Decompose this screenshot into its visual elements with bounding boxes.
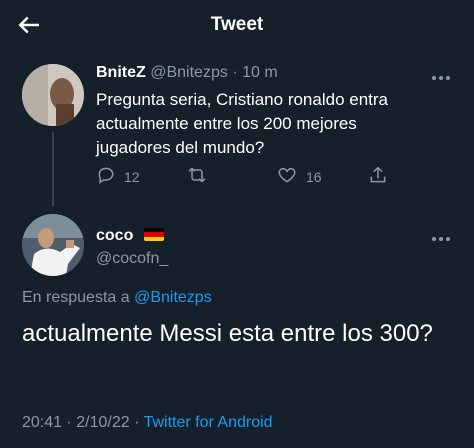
germany-flag-icon — [143, 228, 164, 241]
retweet-icon — [186, 165, 208, 190]
like-button[interactable]: 16 — [276, 165, 322, 189]
parent-tweet-time[interactable]: 10 m — [242, 64, 278, 81]
replying-to-handle-link[interactable]: @Bnitezps — [134, 289, 212, 306]
reply-author-avatar[interactable] — [22, 214, 84, 276]
date-source-separator: · — [134, 414, 140, 431]
parent-more-options-icon[interactable] — [430, 70, 452, 80]
thread-connector-line — [52, 132, 54, 206]
retweet-button[interactable] — [186, 165, 208, 189]
share-icon — [368, 165, 388, 190]
parent-author-handle[interactable]: @Bnitezps — [150, 64, 228, 81]
tweet-date[interactable]: 2/10/22 — [76, 414, 129, 431]
parent-author-avatar[interactable] — [22, 64, 84, 126]
reply-button[interactable]: 12 — [96, 165, 140, 189]
tweet-metadata: 20:41 · 2/10/22 · Twitter for Android — [22, 414, 273, 432]
reply-count: 12 — [124, 169, 140, 185]
reply-author-name-row: coco — [96, 227, 164, 245]
reply-author-name[interactable]: coco — [96, 227, 133, 244]
reply-author-handle[interactable]: @cocofn_ — [96, 250, 168, 268]
replying-to-label: En respuesta a — [22, 289, 130, 306]
like-count: 16 — [306, 169, 322, 185]
heart-icon — [276, 165, 298, 190]
reply-icon — [96, 165, 116, 190]
parent-time-separator: · — [232, 64, 238, 81]
top-bar: Tweet — [0, 0, 474, 50]
replying-to-line: En respuesta a @Bnitezps — [22, 289, 212, 307]
page-title: Tweet — [210, 14, 264, 35]
reply-more-options-icon[interactable] — [430, 231, 452, 241]
tweet-source-link[interactable]: Twitter for Android — [144, 414, 273, 431]
time-date-separator: · — [66, 414, 72, 431]
reply-tweet-text: actualmente Messi esta entre los 300? — [22, 320, 433, 347]
tweet-time[interactable]: 20:41 — [22, 414, 62, 431]
parent-tweet-header: BniteZ @Bnitezps · 10 m — [96, 64, 278, 82]
parent-author-name[interactable]: BniteZ — [96, 64, 146, 81]
share-button[interactable] — [368, 165, 388, 189]
parent-tweet-text: Pregunta seria, Cristiano ronaldo entra … — [96, 90, 388, 157]
